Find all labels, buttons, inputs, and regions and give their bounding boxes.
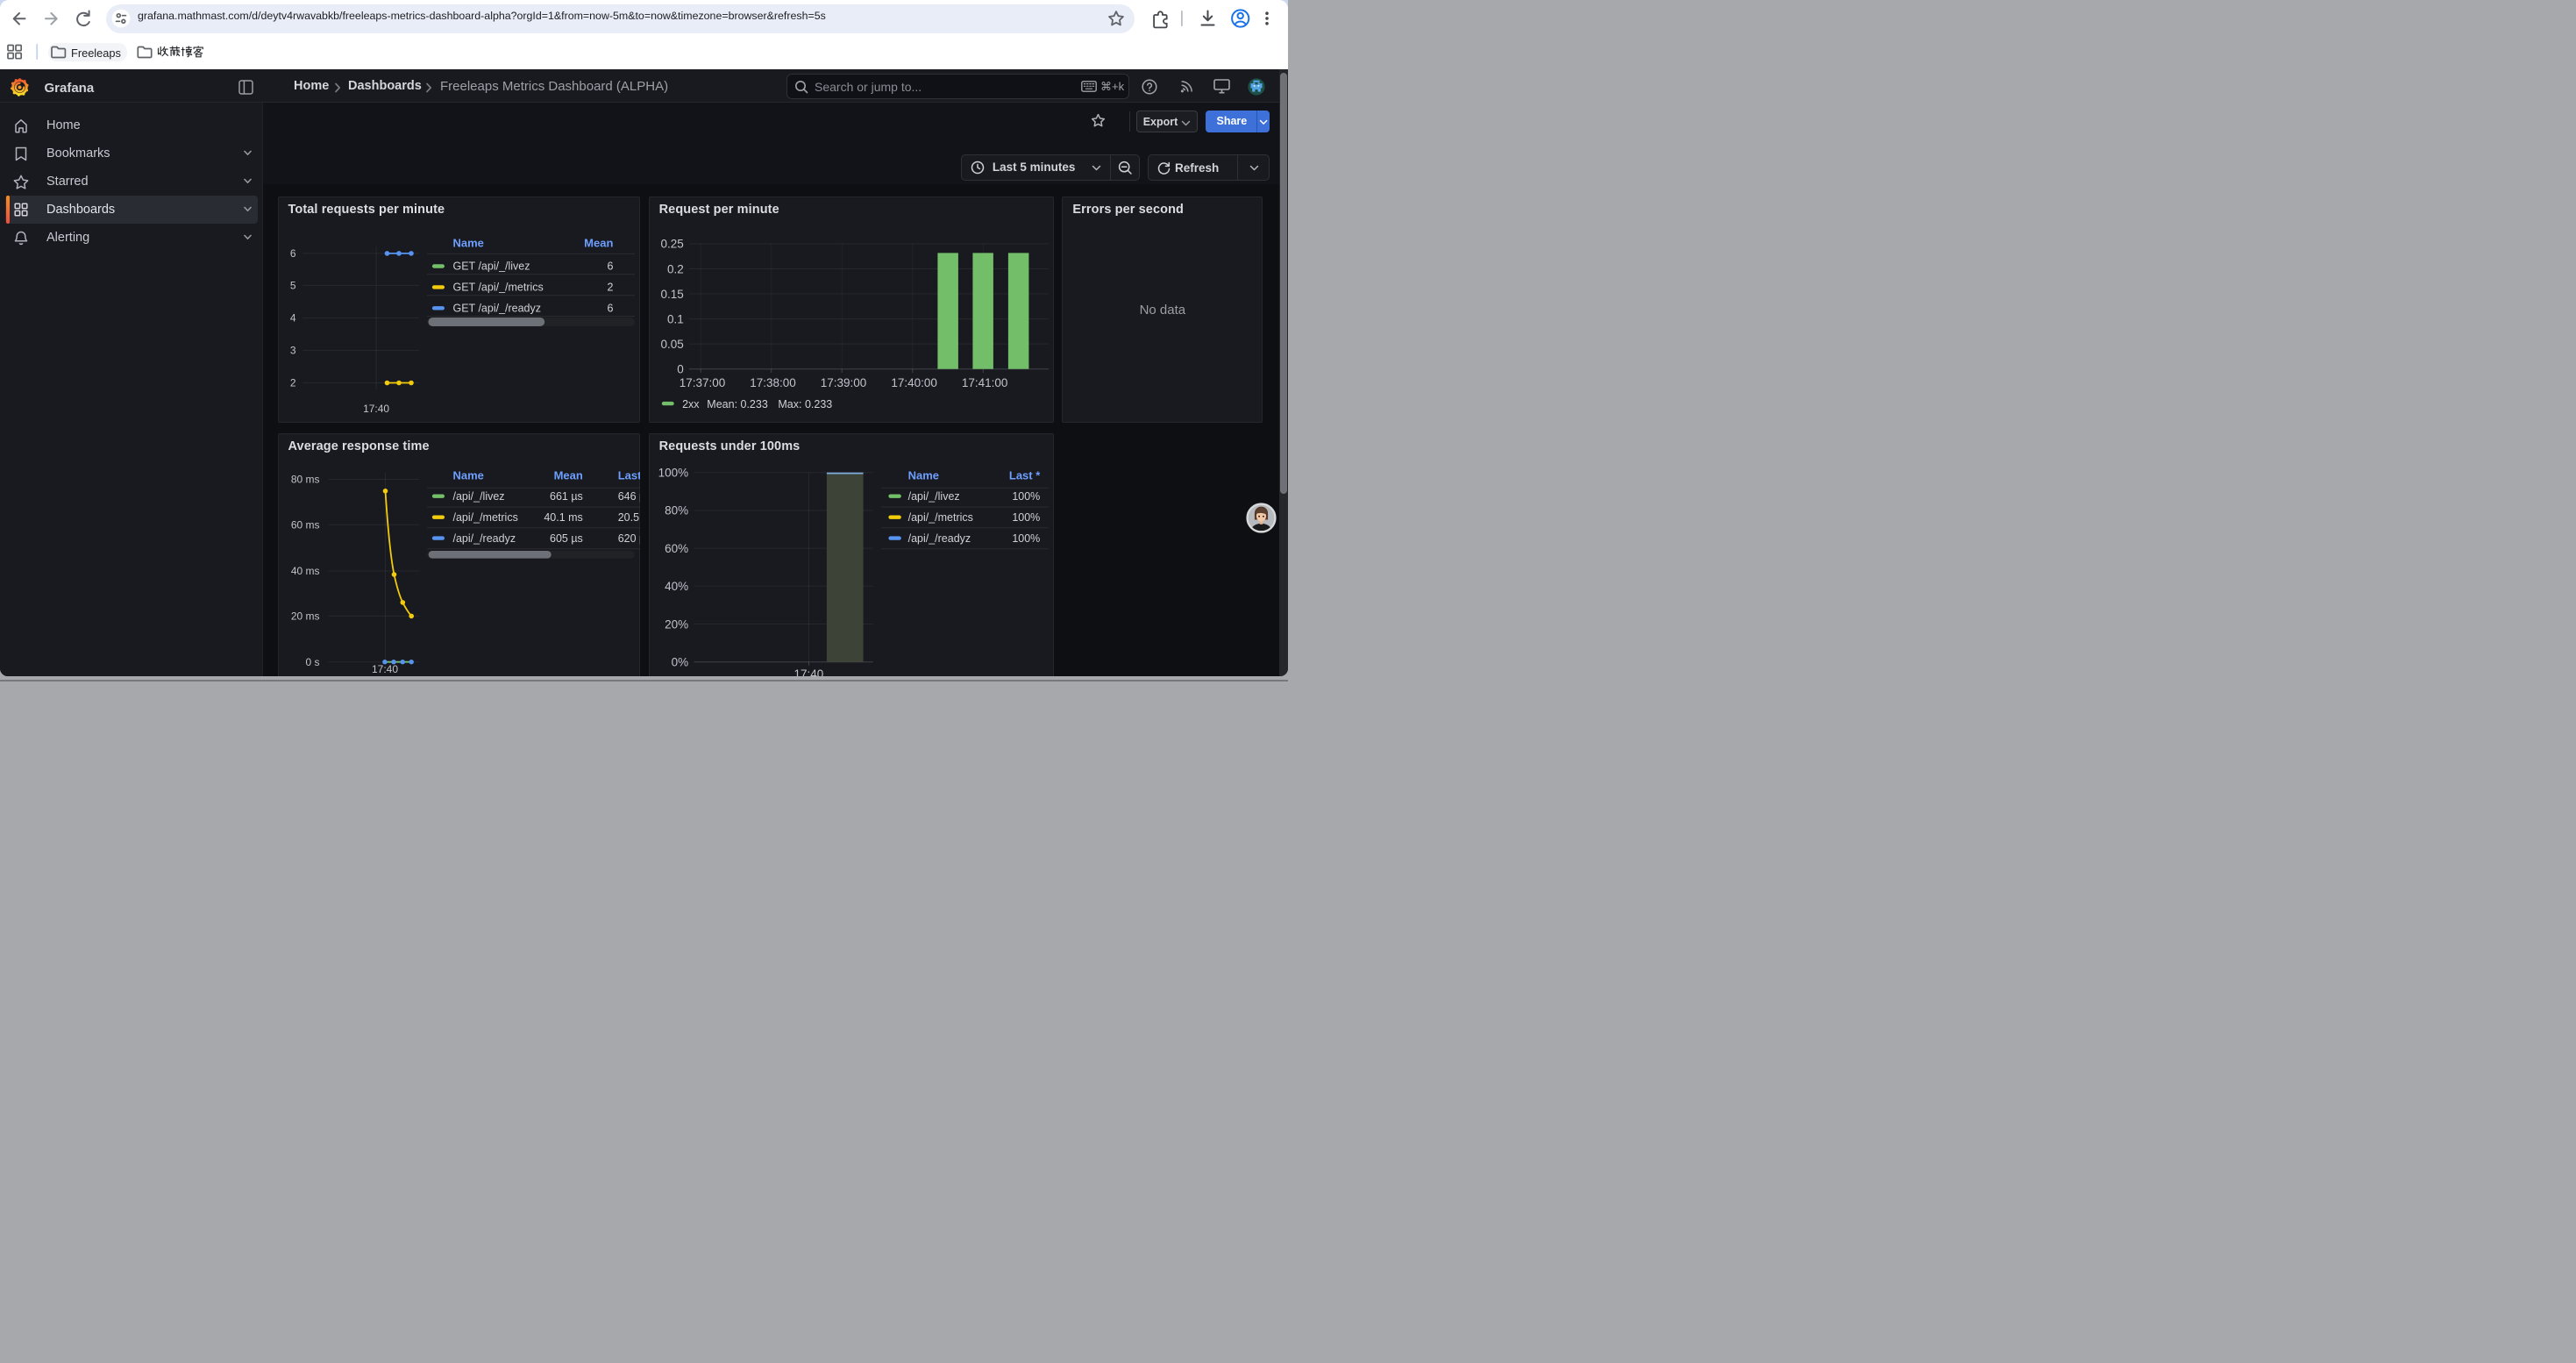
svg-text:0.1: 0.1 bbox=[667, 312, 684, 325]
svg-text:20.5 ms: 20.5 ms bbox=[617, 511, 639, 524]
svg-text:2: 2 bbox=[607, 281, 613, 293]
svg-text:0: 0 bbox=[677, 362, 684, 375]
svg-text:40.1 ms: 40.1 ms bbox=[544, 511, 582, 524]
svg-text:Last *: Last * bbox=[1008, 468, 1040, 482]
svg-text:100%: 100% bbox=[658, 467, 688, 480]
svg-text:Name: Name bbox=[907, 468, 938, 482]
svg-text:Max: 0.233: Max: 0.233 bbox=[778, 397, 832, 410]
svg-text:100%: 100% bbox=[1012, 511, 1040, 524]
svg-text:2: 2 bbox=[289, 376, 295, 389]
svg-text:5: 5 bbox=[289, 279, 295, 291]
svg-text:17:40: 17:40 bbox=[371, 663, 397, 675]
svg-text:6: 6 bbox=[289, 247, 295, 260]
svg-text:20 ms: 20 ms bbox=[290, 610, 319, 623]
svg-text:646 µs: 646 µs bbox=[617, 490, 639, 503]
svg-text:Name: Name bbox=[452, 236, 483, 249]
svg-text:6: 6 bbox=[607, 302, 613, 314]
svg-text:/api/_/livez: /api/_/livez bbox=[452, 490, 504, 503]
svg-text:Mean: 0.233: Mean: 0.233 bbox=[707, 397, 768, 410]
svg-text:6: 6 bbox=[607, 260, 613, 272]
svg-text:Mean: Mean bbox=[584, 236, 613, 249]
svg-text:/api/_/readyz: /api/_/readyz bbox=[452, 532, 516, 545]
svg-text:17:39:00: 17:39:00 bbox=[820, 376, 866, 389]
svg-text:661 µs: 661 µs bbox=[550, 490, 583, 503]
svg-text:GET /api/_/metrics: GET /api/_/metrics bbox=[452, 281, 543, 293]
svg-text:17:40:00: 17:40:00 bbox=[891, 376, 937, 389]
svg-text:/api/_/metrics: /api/_/metrics bbox=[452, 511, 517, 524]
svg-text:0.25: 0.25 bbox=[660, 237, 683, 250]
svg-text:60%: 60% bbox=[665, 542, 688, 555]
svg-text:GET /api/_/livez: GET /api/_/livez bbox=[452, 260, 530, 272]
svg-text:0.2: 0.2 bbox=[667, 262, 684, 275]
svg-text:Mean: Mean bbox=[553, 468, 582, 482]
svg-text:0%: 0% bbox=[671, 656, 688, 669]
svg-text:605 µs: 605 µs bbox=[550, 532, 583, 545]
svg-text:0.15: 0.15 bbox=[660, 287, 683, 300]
svg-text:0 s: 0 s bbox=[305, 656, 319, 668]
svg-text:/api/_/metrics: /api/_/metrics bbox=[907, 511, 972, 524]
svg-text:17:40: 17:40 bbox=[793, 667, 823, 676]
svg-text:80 ms: 80 ms bbox=[290, 474, 319, 486]
svg-text:17:41:00: 17:41:00 bbox=[961, 376, 1007, 389]
svg-text:/api/_/readyz: /api/_/readyz bbox=[907, 532, 971, 545]
svg-text:/api/_/livez: /api/_/livez bbox=[907, 490, 959, 503]
svg-text:40%: 40% bbox=[665, 580, 688, 593]
svg-text:60 ms: 60 ms bbox=[290, 519, 319, 532]
svg-text:2xx: 2xx bbox=[682, 397, 700, 410]
svg-text:100%: 100% bbox=[1012, 490, 1040, 503]
svg-text:GET /api/_/readyz: GET /api/_/readyz bbox=[452, 302, 541, 314]
svg-text:Name: Name bbox=[452, 468, 483, 482]
svg-text:100%: 100% bbox=[1012, 532, 1040, 545]
svg-text:620 µs: 620 µs bbox=[617, 532, 639, 545]
svg-text:17:40: 17:40 bbox=[363, 403, 389, 415]
svg-text:20%: 20% bbox=[665, 617, 688, 631]
svg-text:4: 4 bbox=[289, 311, 295, 324]
svg-text:17:38:00: 17:38:00 bbox=[750, 376, 796, 389]
svg-text:0.05: 0.05 bbox=[660, 337, 683, 350]
svg-text:17:37:00: 17:37:00 bbox=[679, 376, 725, 389]
svg-text:Last *: Last * bbox=[617, 468, 639, 482]
svg-text:40 ms: 40 ms bbox=[290, 565, 319, 577]
svg-text:80%: 80% bbox=[665, 504, 688, 517]
svg-text:3: 3 bbox=[289, 344, 295, 356]
